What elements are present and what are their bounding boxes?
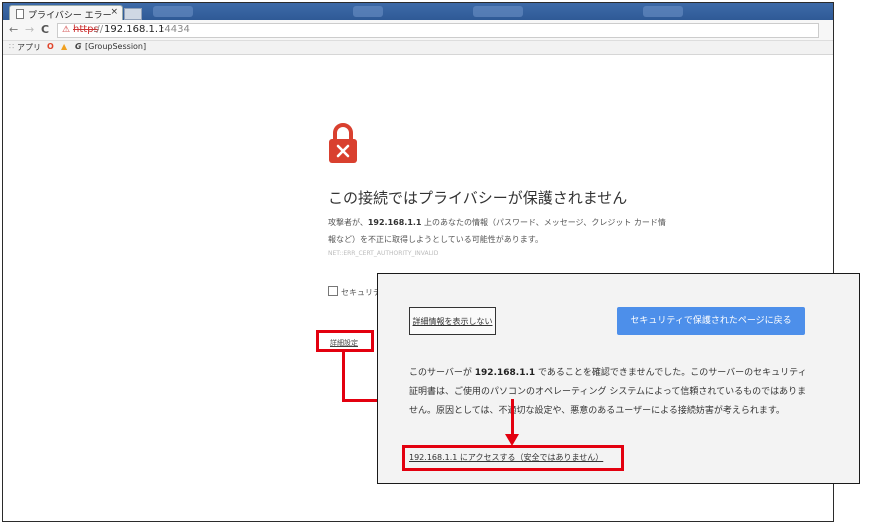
back-to-safety-button[interactable]: セキュリティで保護されたページに戻る <box>617 307 805 335</box>
apps-grid-icon: ∷ <box>9 42 15 51</box>
zoomed-details-panel: 詳細情報を表示しない セキュリティで保護されたページに戻る このサーバーが 19… <box>377 273 860 484</box>
url-port: :4434 <box>161 24 190 35</box>
bookmark-o-icon[interactable]: O <box>47 42 54 51</box>
desc-prefix: 攻撃者が、 <box>328 218 368 227</box>
url-scheme-sep: :// <box>93 24 104 35</box>
bookmarks-bar: ∷ アプリ O ▲ G [GroupSession] <box>3 41 833 55</box>
blurred-region <box>353 6 383 17</box>
bookmark-group-session[interactable]: [GroupSession] <box>85 42 146 51</box>
desc-host: 192.168.1.1 <box>367 218 422 227</box>
blurred-region <box>473 6 523 17</box>
document-icon <box>16 9 24 19</box>
checkbox-label: セキュリテ <box>341 288 381 297</box>
detail-host: 192.168.1.1 <box>474 368 536 378</box>
detail-prefix: このサーバーが <box>409 368 475 378</box>
blurred-region <box>153 6 193 17</box>
certificate-detail-text: このサーバーが 192.168.1.1 であることを確認できませんでした。このサ… <box>409 364 809 421</box>
forward-arrow-icon[interactable]: → <box>25 23 34 36</box>
padlock-error-icon <box>329 123 357 163</box>
security-checkbox-row: セキュリテ <box>328 286 381 298</box>
highlight-box-proceed <box>402 445 624 471</box>
broken-lock-icon: ⚠ <box>62 25 71 35</box>
page-title: この接続ではプライバシーが保護されません <box>328 189 628 207</box>
error-code: NET::ERR_CERT_AUTHORITY_INVALID <box>328 250 439 257</box>
tab-strip: プライバシー エラー × <box>3 3 833 21</box>
address-bar-row: ← → C ⚠ https :// 192.168.1.1 :4434 <box>3 20 833 41</box>
url-input[interactable]: ⚠ https :// 192.168.1.1 :4434 <box>57 23 819 38</box>
new-tab-button[interactable] <box>124 8 142 20</box>
close-icon[interactable]: × <box>110 7 118 17</box>
warning-description: 攻撃者が、192.168.1.1 上のあなたの情報（パスワード、メッセージ、クレ… <box>328 214 668 248</box>
back-arrow-icon[interactable]: ← <box>9 23 18 36</box>
connector-line <box>342 352 345 402</box>
tab-privacy-error[interactable]: プライバシー エラー × <box>9 5 123 21</box>
bookmark-apps[interactable]: アプリ <box>17 42 41 53</box>
url-host: 192.168.1.1 <box>104 24 165 35</box>
bookmark-g-icon: G <box>75 42 82 51</box>
connector-line <box>511 399 514 437</box>
hide-details-button[interactable]: 詳細情報を表示しない <box>409 307 496 335</box>
reload-icon[interactable]: C <box>41 23 49 36</box>
highlight-box-advanced <box>316 330 374 352</box>
bookmark-drive-icon[interactable]: ▲ <box>61 42 67 51</box>
blurred-region <box>643 6 683 17</box>
security-checkbox[interactable] <box>328 286 338 296</box>
arrow-down-icon <box>505 434 519 446</box>
